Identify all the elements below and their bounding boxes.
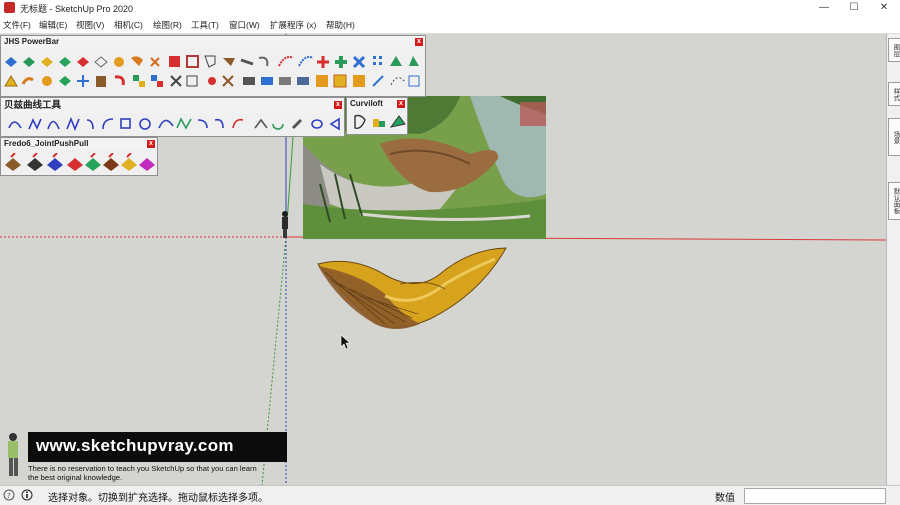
menu-window[interactable]: 窗口(W): [229, 19, 260, 31]
watermark-caption: There is no reservation to teach you Ske…: [28, 464, 328, 482]
measurements-label: 数值: [715, 493, 735, 504]
curved-surface-model[interactable]: [317, 247, 507, 329]
sketchup-logo-icon: [4, 2, 15, 13]
menu-edit[interactable]: 编辑(E): [39, 19, 67, 31]
menu-help[interactable]: 帮助(H): [326, 19, 355, 31]
powerbar-row-1: [5, 55, 419, 69]
geolocation-icon[interactable]: ?: [3, 489, 15, 501]
window-title: 无标题 - SketchUp Pro 2020: [20, 4, 134, 14]
tab-styles[interactable]: 样式: [888, 82, 900, 106]
menu-view[interactable]: 视图(V): [76, 19, 104, 31]
svg-text:?: ?: [7, 492, 11, 500]
powerbar-icons[interactable]: [1, 50, 425, 96]
default-tray-tabs: 图层 样式 场景 默认面板: [886, 34, 900, 485]
menu-extensions[interactable]: 扩展程序 (x): [270, 19, 316, 31]
drawing-viewport[interactable]: JHS PowerBar x 贝兹曲线工具 x Curviloft x Fred…: [0, 34, 886, 485]
measurements-input[interactable]: [744, 488, 886, 504]
menu-draw[interactable]: 绘图(R): [153, 19, 182, 31]
status-bar: ? 选择对象。切换到扩充选择。拖动鼠标选择多项。 数值: [0, 485, 900, 505]
watermark-caption-line-1: There is no reservation to teach you Ske…: [28, 464, 257, 473]
close-window-button[interactable]: ✕: [870, 0, 898, 16]
watermark-caption-line-2: the best original knowledge.: [28, 473, 123, 482]
watermark-url: www.sketchupvray.com: [36, 436, 234, 455]
close-toolbar-button[interactable]: x: [397, 100, 405, 108]
bezier-curve-toolbar: 贝兹曲线工具 x: [0, 97, 345, 137]
toolbar-title[interactable]: Fredo6_JointPushPull x: [1, 138, 157, 150]
menu-bar: 文件(F) 编辑(E) 视图(V) 相机(C) 绘图(R) 工具(T) 窗口(W…: [0, 16, 900, 34]
tab-layers[interactable]: 图层: [888, 38, 900, 62]
menu-tools[interactable]: 工具(T): [191, 19, 219, 31]
curviloft-icons[interactable]: [347, 112, 407, 134]
close-toolbar-button[interactable]: x: [147, 140, 155, 148]
tab-default-tray[interactable]: 默认面板: [888, 182, 900, 220]
powerbar-title: JHS PowerBar: [4, 37, 60, 46]
close-toolbar-button[interactable]: x: [334, 101, 342, 109]
toolbar-title[interactable]: Curviloft x: [347, 98, 407, 110]
status-message: 选择对象。切换到扩充选择。拖动鼠标选择多项。: [48, 493, 268, 504]
powerbar-row-2: [4, 74, 420, 88]
jhs-powerbar-toolbar: JHS PowerBar x: [0, 35, 426, 97]
maximize-button[interactable]: ☐: [840, 0, 868, 16]
curviloft-title: Curviloft: [350, 99, 383, 108]
minimize-button[interactable]: —: [810, 0, 838, 16]
fredo6-jointpushpull-toolbar: Fredo6_JointPushPull x: [0, 137, 158, 176]
curviloft-toolbar: Curviloft x: [346, 97, 408, 135]
fredo-icons[interactable]: [1, 153, 157, 175]
info-icon[interactable]: [21, 489, 33, 501]
bezier-icons[interactable]: [1, 114, 344, 136]
bezier-title: 贝兹曲线工具: [4, 100, 62, 111]
toolbar-title[interactable]: JHS PowerBar x: [1, 36, 425, 48]
menu-file[interactable]: 文件(F): [3, 19, 31, 31]
toolbar-title[interactable]: 贝兹曲线工具 x: [1, 98, 344, 113]
presenter-figure-icon: [8, 433, 18, 476]
fredo-title: Fredo6_JointPushPull: [4, 139, 89, 148]
close-toolbar-button[interactable]: x: [415, 38, 423, 46]
person-figure[interactable]: [282, 211, 288, 238]
tab-scenes[interactable]: 场景: [888, 118, 900, 156]
mouse-cursor-icon: [340, 334, 351, 350]
title-bar: 无标题 - SketchUp Pro 2020 — ☐ ✕: [0, 0, 900, 16]
menu-camera[interactable]: 相机(C): [114, 19, 143, 31]
